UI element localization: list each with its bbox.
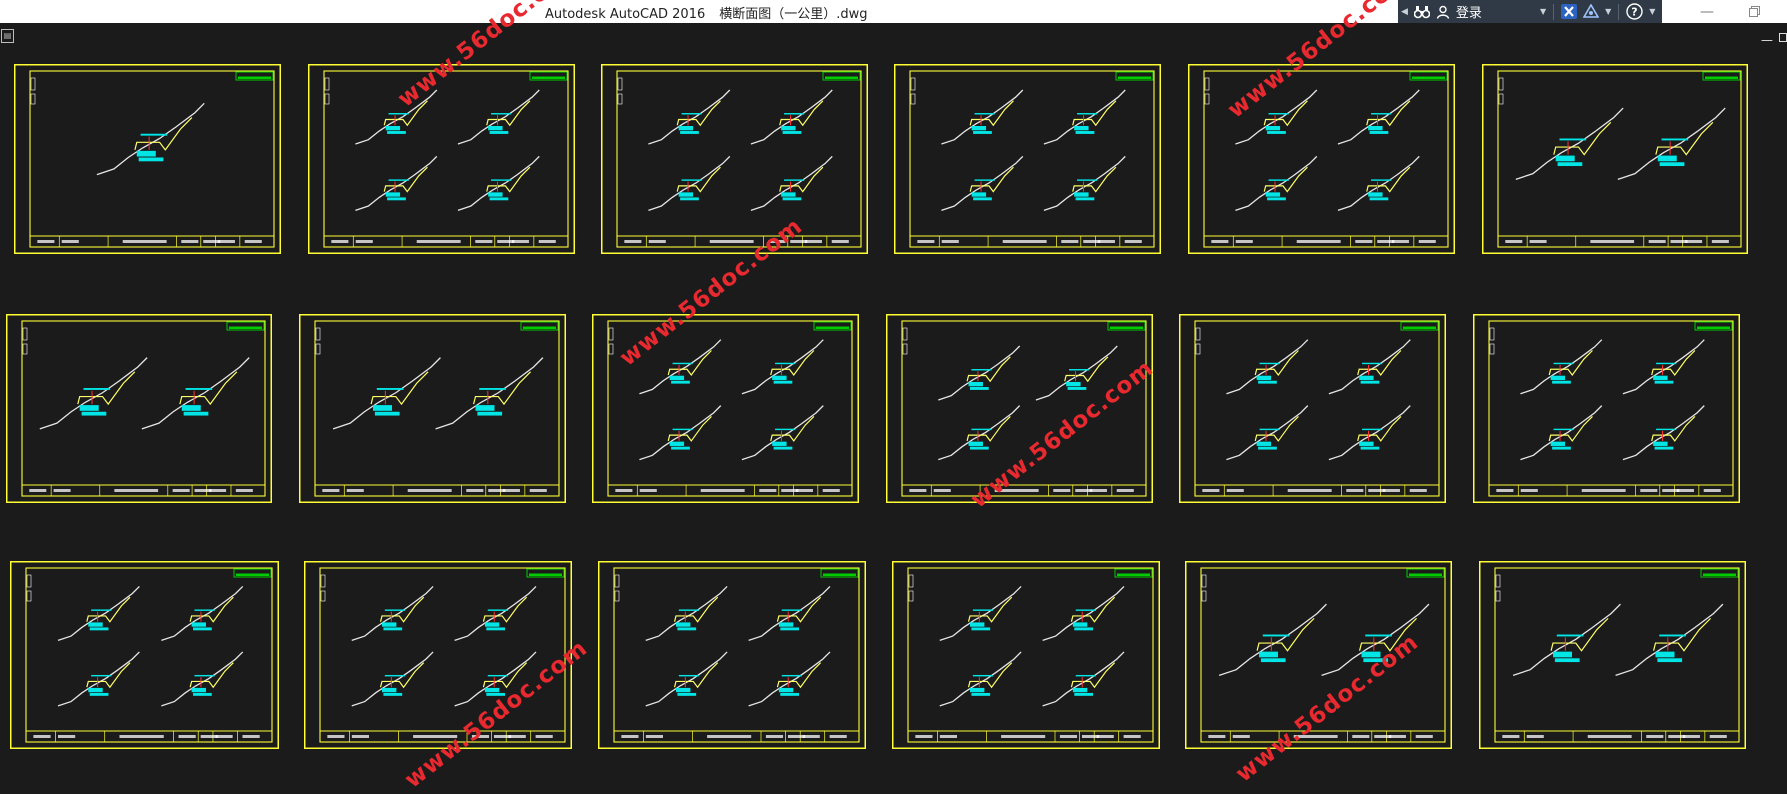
sheet-drawing	[601, 64, 868, 254]
cross-section-group	[648, 89, 833, 211]
chevron-down-icon[interactable]: ▼	[1646, 0, 1658, 23]
cross-section-group	[1515, 107, 1726, 180]
drawing-sheet[interactable]	[601, 64, 868, 254]
cross-section-group	[1226, 339, 1411, 461]
help-icon[interactable]: ?	[1623, 0, 1646, 23]
login-button[interactable]: 登录	[1453, 0, 1485, 23]
drawing-sheet[interactable]	[1479, 561, 1746, 749]
sheet-drawing	[1479, 561, 1746, 749]
drawing-sheet[interactable]	[1482, 64, 1748, 254]
chevron-down-icon[interactable]: ▼	[1602, 0, 1614, 23]
sheet-drawing	[10, 561, 279, 749]
minimize-button[interactable]: —	[1684, 0, 1730, 23]
drawing-sheet[interactable]	[304, 561, 572, 749]
app-title: Autodesk AutoCAD 2016	[545, 7, 706, 22]
a360-icon[interactable]	[1580, 0, 1602, 23]
sheet-drawing	[1179, 314, 1446, 503]
cross-section-group	[39, 357, 250, 430]
viewport-minimize-icon[interactable]: —	[1761, 33, 1773, 47]
window-title: Autodesk AutoCAD 2016 横断面图（一公里）.dwg	[545, 3, 868, 22]
drawing-sheet[interactable]	[299, 314, 566, 503]
drawing-sheet[interactable]	[1179, 314, 1446, 503]
cross-section-group	[645, 585, 831, 707]
drawing-sheet[interactable]	[10, 561, 279, 749]
chevron-left-icon[interactable]: ◀	[1398, 0, 1411, 23]
cross-section-group	[1520, 339, 1705, 461]
sheet-drawing	[299, 314, 566, 503]
chevron-down-icon[interactable]: ▼	[1537, 0, 1549, 23]
viewport-menu-icon[interactable]: ▤	[1, 29, 14, 43]
sheet-drawing	[598, 561, 866, 749]
cross-section-group	[941, 89, 1126, 211]
sheet-drawing	[6, 314, 272, 503]
sheet-drawing	[1473, 314, 1740, 503]
drawing-sheet[interactable]	[892, 561, 1160, 749]
cross-section-group	[355, 89, 540, 211]
sheet-drawing	[1188, 64, 1455, 254]
drawing-sheet[interactable]	[894, 64, 1161, 254]
sheet-drawing	[14, 64, 281, 254]
cross-section-group	[939, 585, 1125, 707]
cross-section-group	[96, 102, 205, 176]
sheet-drawing	[892, 561, 1160, 749]
cross-section-group	[639, 339, 824, 461]
exchange-x-icon[interactable]	[1558, 0, 1580, 23]
cross-section-group	[1235, 89, 1420, 211]
drawing-sheet[interactable]	[6, 314, 272, 503]
sheet-drawing	[894, 64, 1161, 254]
svg-text:?: ?	[1632, 6, 1638, 19]
sheet-drawing	[308, 64, 575, 254]
cross-section-group	[1512, 603, 1724, 676]
sheet-drawing	[1482, 64, 1748, 254]
cross-section-group	[57, 585, 244, 707]
toolbar-divider	[1618, 3, 1620, 20]
user-icon[interactable]	[1433, 0, 1453, 23]
drawing-sheet[interactable]	[308, 64, 575, 254]
binoculars-icon[interactable]	[1411, 0, 1433, 23]
sheet-drawing	[304, 561, 572, 749]
toolbar-divider	[1553, 3, 1555, 20]
restore-button[interactable]	[1731, 0, 1777, 23]
cross-section-group	[332, 357, 544, 430]
infocenter-bar: ◀ 登录 ▼ ▼ ? ▼	[1398, 0, 1662, 23]
drawing-sheet[interactable]	[1473, 314, 1740, 503]
viewport-restore-icon[interactable]	[1779, 31, 1787, 45]
drawing-sheet[interactable]	[14, 64, 281, 254]
drawing-sheet[interactable]	[1188, 64, 1455, 254]
document-name: 横断面图（一公里）.dwg	[719, 7, 868, 22]
drawing-sheet[interactable]	[598, 561, 866, 749]
